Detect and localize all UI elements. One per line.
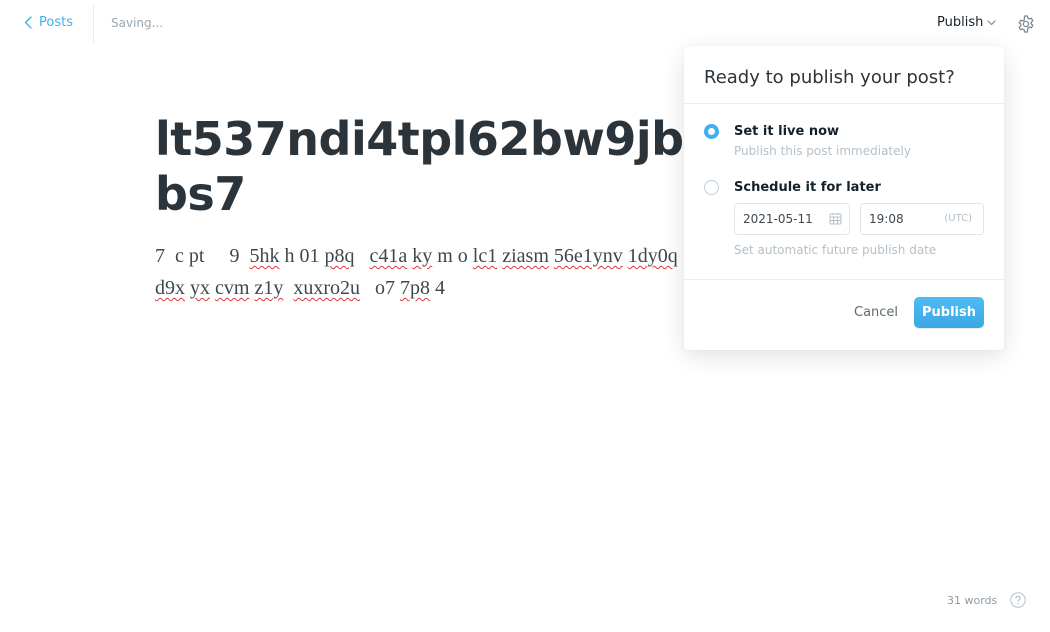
schedule-time-value: 19:08 bbox=[869, 212, 904, 226]
misspelled-word[interactable]: yx bbox=[190, 277, 210, 299]
misspelled-word[interactable]: d9x bbox=[155, 277, 185, 299]
body-text: o7 bbox=[375, 277, 395, 299]
misspelled-word[interactable]: 5hk bbox=[249, 245, 279, 267]
help-button[interactable] bbox=[1010, 592, 1026, 608]
post-title-line: bs7 bbox=[155, 167, 246, 221]
post-body-line: d9x yx cvm z1y xuxro2u o7 7p8 4 bbox=[155, 277, 445, 299]
body-text: pt bbox=[188, 245, 205, 267]
publish-button[interactable]: Publish bbox=[914, 297, 984, 328]
popover-divider bbox=[684, 279, 1004, 280]
option-publish-now-label[interactable]: Set it live now bbox=[734, 124, 839, 139]
option-publish-now-description: Publish this post immediately bbox=[734, 144, 911, 158]
publish-menu-label: Publish bbox=[937, 15, 984, 30]
question-circle-icon bbox=[1010, 592, 1026, 608]
misspelled-word[interactable]: xuxro2u bbox=[293, 277, 360, 299]
misspelled-word[interactable]: lc1 bbox=[473, 245, 497, 267]
chevron-left-icon bbox=[24, 16, 32, 29]
body-text: 4 bbox=[435, 277, 445, 299]
misspelled-word[interactable]: 1dy0q bbox=[628, 245, 678, 267]
misspelled-word[interactable]: 7p8 bbox=[400, 277, 430, 299]
calendar-icon bbox=[829, 213, 842, 225]
settings-menu-button[interactable] bbox=[1016, 14, 1036, 34]
header-divider bbox=[93, 5, 94, 43]
body-text: 9 bbox=[229, 245, 240, 267]
body-text: h bbox=[284, 245, 295, 267]
save-status: Saving... bbox=[111, 16, 164, 30]
body-text: 7 bbox=[155, 245, 165, 267]
misspelled-word[interactable]: ziasm bbox=[502, 245, 549, 267]
publish-popover: Ready to publish your post? Set it live … bbox=[684, 46, 1004, 350]
body-text bbox=[354, 245, 369, 267]
schedule-date-input[interactable]: 2021-05-11 bbox=[734, 203, 850, 235]
popover-title: Ready to publish your post? bbox=[704, 67, 955, 88]
radio-schedule[interactable] bbox=[704, 180, 719, 195]
body-text bbox=[239, 245, 249, 267]
misspelled-word[interactable]: cvm bbox=[215, 277, 249, 299]
body-text: o bbox=[457, 245, 468, 267]
post-title[interactable]: lt537ndi4tpl62bw9jbf1l bs7 bbox=[155, 112, 750, 222]
option-schedule-label[interactable]: Schedule it for later bbox=[734, 180, 881, 195]
misspelled-word[interactable]: z1y bbox=[254, 277, 283, 299]
body-text bbox=[283, 277, 293, 299]
post-body[interactable]: 7 c pt 9 5hk h 01 p8q c41a ky m o lc1 zi… bbox=[155, 240, 715, 304]
back-link-label: Posts bbox=[39, 15, 73, 30]
back-to-posts-link[interactable]: Posts bbox=[24, 15, 73, 30]
post-title-line: lt537ndi4tpl62bw9jbf1l bbox=[155, 112, 750, 166]
cancel-button[interactable]: Cancel bbox=[854, 305, 898, 320]
body-text: c bbox=[175, 245, 184, 267]
body-text: 01 bbox=[299, 245, 320, 267]
word-count: 31 words bbox=[947, 594, 998, 607]
body-text bbox=[360, 277, 375, 299]
body-text bbox=[165, 245, 175, 267]
chevron-down-icon bbox=[987, 19, 996, 25]
publish-menu-button[interactable]: Publish bbox=[937, 15, 996, 30]
body-text: m bbox=[437, 245, 453, 267]
schedule-time-input[interactable]: 19:08 (UTC) bbox=[860, 203, 984, 235]
misspelled-word[interactable]: c41a bbox=[369, 245, 407, 267]
editor-header: Posts Saving... Publish bbox=[0, 0, 1050, 48]
schedule-date-value: 2021-05-11 bbox=[743, 212, 813, 226]
popover-divider bbox=[684, 103, 1004, 104]
radio-publish-now[interactable] bbox=[704, 124, 719, 139]
misspelled-word[interactable]: ky bbox=[412, 245, 432, 267]
misspelled-word[interactable]: 56e1ynv bbox=[554, 245, 623, 267]
gear-icon bbox=[1018, 15, 1034, 33]
misspelled-word[interactable]: p8q bbox=[324, 245, 354, 267]
post-body-line: 7 c pt 9 5hk h 01 p8q c41a ky m o lc1 zi… bbox=[155, 245, 678, 267]
post-editor[interactable]: lt537ndi4tpl62bw9jbf1l bs7 7 c pt 9 5hk … bbox=[155, 112, 750, 304]
schedule-timezone: (UTC) bbox=[944, 213, 972, 224]
body-text bbox=[204, 245, 229, 267]
option-schedule-description: Set automatic future publish date bbox=[734, 243, 937, 257]
